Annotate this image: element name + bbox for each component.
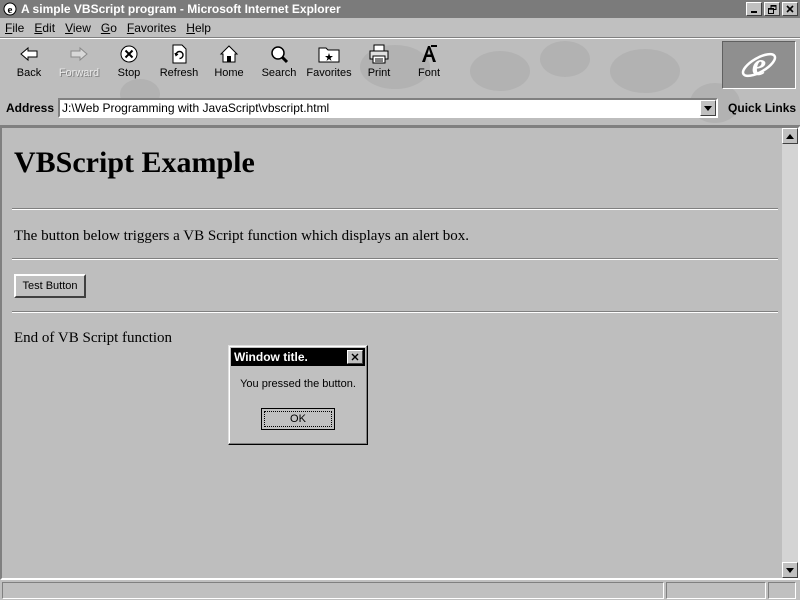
test-button[interactable]: Test Button — [14, 274, 86, 298]
menu-favorites[interactable]: Favorites — [122, 21, 181, 35]
page-heading: VBScript Example — [14, 146, 255, 179]
favorites-button[interactable]: Favorites — [304, 41, 354, 85]
horizontal-rule — [12, 311, 778, 313]
search-button[interactable]: Search — [254, 41, 304, 85]
ie-logo-icon: e — [741, 46, 777, 82]
chevron-down-icon — [704, 105, 713, 111]
dialog-ok-button[interactable]: OK — [261, 408, 335, 430]
search-icon — [267, 43, 291, 65]
window-title: A simple VBScript program - Microsoft In… — [21, 2, 341, 16]
dialog-title: Window title. — [234, 350, 308, 364]
menu-view[interactable]: View — [60, 21, 96, 35]
restore-button[interactable] — [764, 2, 780, 16]
web-page: VBScript Example The button below trigge… — [12, 128, 780, 578]
vertical-scrollbar[interactable] — [782, 128, 798, 578]
scroll-up-button[interactable] — [782, 128, 798, 144]
print-button[interactable]: Print — [354, 41, 404, 85]
restore-icon — [767, 4, 776, 14]
scroll-up-arrow-icon — [786, 133, 794, 139]
refresh-icon — [167, 43, 191, 65]
menu-bar: File Edit View Go Favorites Help — [0, 18, 800, 38]
stop-icon — [117, 43, 141, 65]
font-icon — [417, 43, 441, 65]
menu-edit[interactable]: Edit — [29, 21, 60, 35]
horizontal-rule — [12, 208, 778, 210]
window-titlebar[interactable]: e A simple VBScript program - Microsoft … — [0, 0, 800, 18]
address-field[interactable] — [58, 98, 719, 118]
forward-button[interactable]: Forward — [54, 41, 104, 85]
ie-throbber-logo: e — [722, 41, 796, 89]
favorites-folder-icon — [317, 43, 341, 65]
status-security-pane — [768, 582, 796, 599]
refresh-button[interactable]: Refresh — [154, 41, 204, 85]
alert-dialog: Window title. You pressed the button. OK — [228, 345, 368, 445]
scroll-down-button[interactable] — [782, 562, 798, 578]
stop-button[interactable]: Stop — [104, 41, 154, 85]
address-input[interactable] — [60, 100, 681, 116]
close-icon — [351, 353, 359, 361]
home-icon — [217, 43, 241, 65]
page-paragraph: The button below triggers a VB Script fu… — [14, 228, 470, 244]
menu-go[interactable]: Go — [96, 21, 122, 35]
dialog-message: You pressed the button. — [240, 378, 356, 390]
address-dropdown-button[interactable] — [700, 100, 717, 116]
close-button[interactable] — [782, 2, 798, 16]
dialog-close-button[interactable] — [347, 350, 363, 364]
printer-icon — [367, 43, 391, 65]
font-button[interactable]: Font — [404, 41, 454, 85]
address-label: Address — [6, 101, 55, 115]
forward-arrow-icon — [67, 43, 91, 65]
ie-app-icon[interactable]: e — [2, 1, 18, 17]
back-arrow-icon — [17, 43, 41, 65]
back-button[interactable]: Back — [4, 41, 54, 85]
status-text-pane — [2, 582, 664, 599]
scroll-down-arrow-icon — [786, 567, 794, 573]
quick-links-button[interactable]: Quick Links — [728, 101, 796, 115]
svg-text:e: e — [752, 46, 766, 82]
minimize-icon — [751, 11, 757, 13]
document-viewport: VBScript Example The button below trigge… — [0, 126, 800, 580]
status-bar — [0, 581, 800, 600]
dialog-titlebar[interactable]: Window title. — [231, 348, 365, 366]
menu-help[interactable]: Help — [181, 21, 216, 35]
horizontal-rule — [12, 258, 778, 260]
minimize-button[interactable] — [746, 2, 762, 16]
svg-text:e: e — [8, 4, 13, 16]
status-zone-pane — [666, 582, 766, 599]
close-icon — [786, 5, 794, 13]
toolbar-area: Back Forward Stop Refresh Home Search Fa… — [0, 38, 800, 126]
home-button[interactable]: Home — [204, 41, 254, 85]
end-text: End of VB Script function — [14, 330, 173, 346]
menu-file[interactable]: File — [0, 21, 29, 35]
dialog-ok-label: OK — [264, 411, 332, 427]
standard-toolbar: Back Forward Stop Refresh Home Search Fa… — [4, 41, 454, 89]
address-bar: Address Quick Links — [0, 91, 800, 125]
